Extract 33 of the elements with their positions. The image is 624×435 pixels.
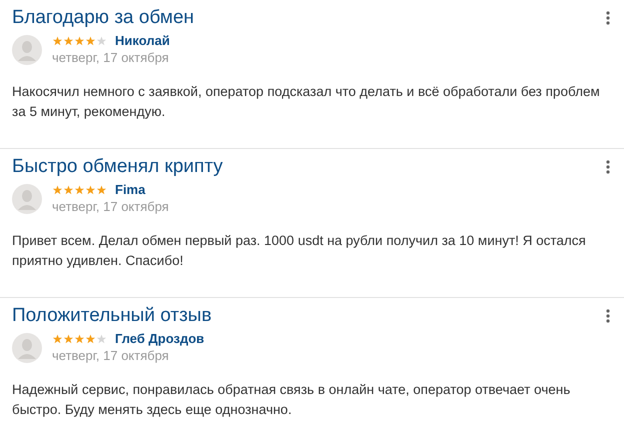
- star-icon: [96, 334, 107, 344]
- more-options-icon[interactable]: [606, 309, 610, 323]
- star-icon: [74, 334, 85, 344]
- star-icon: [74, 185, 85, 195]
- review-title: Положительный отзыв: [12, 304, 212, 328]
- avatar-icon: [12, 332, 42, 362]
- review-title: Быстро обменял крипту: [12, 155, 223, 179]
- star-icon: [85, 185, 96, 195]
- star-icon: [85, 334, 96, 344]
- more-options-icon[interactable]: [606, 160, 610, 174]
- review-date: четверг, 17 октября: [52, 198, 169, 215]
- more-options-icon[interactable]: [606, 11, 610, 25]
- star-icon: [63, 185, 74, 195]
- avatar-icon: [12, 184, 42, 214]
- review-date: четверг, 17 октября: [52, 347, 170, 364]
- author-name[interactable]: Глеб Дроздов: [115, 331, 204, 347]
- star-icon: [52, 185, 63, 195]
- star-icon: [52, 334, 63, 344]
- review-text: Привет всем. Делал обмен первый раз. 1000 usdt на рубли получил за 10 минут! Я остался приятно удивлен. Спасибо!: [12, 232, 587, 270]
- star-icon: [85, 36, 96, 46]
- review-text: Надежный сервис, понравилась обратная связь в онлайн чате, оператор отвечает очень быстро. Буду менять здесь еще однозначно.: [12, 381, 572, 419]
- star-icon: [63, 36, 74, 46]
- review-title: Благодарю за обмен: [12, 6, 194, 30]
- author-name[interactable]: Fima: [115, 182, 146, 198]
- star-icon: [96, 185, 107, 195]
- author-name[interactable]: Николай: [115, 33, 170, 49]
- review-date: четверг, 17 октября: [52, 49, 170, 66]
- star-icon: [52, 36, 63, 46]
- review-text: Накосячил немного с заявкой, оператор подсказал что делать и всё обработали без проблем за 5 минут, рекомендую.: [12, 83, 601, 121]
- avatar-icon: [12, 34, 42, 64]
- star-icon: [96, 36, 107, 46]
- star-icon: [74, 36, 85, 46]
- star-icon: [63, 334, 74, 344]
